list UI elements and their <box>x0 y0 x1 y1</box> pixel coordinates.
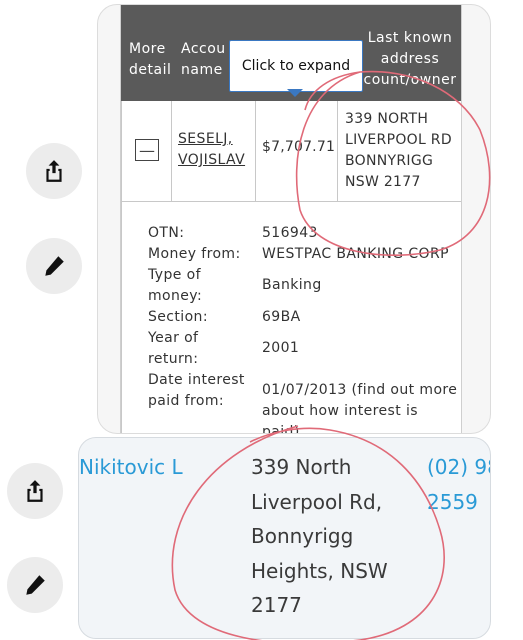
header-more-detail: More detail <box>129 41 172 78</box>
pencil-icon <box>45 256 64 276</box>
share-icon <box>27 480 43 502</box>
edit-button[interactable] <box>26 238 82 294</box>
detail-money-from: Money from: WESTPAC BANKING CORP <box>148 246 449 262</box>
interest-info-link[interactable]: 01/07/2013 (find out more about how inte… <box>262 370 460 433</box>
contact-phone[interactable]: (02) 98 2559 <box>427 450 490 519</box>
expand-tooltip: Click to expand <box>229 40 363 92</box>
amount-value: $7,707.71 <box>262 139 336 155</box>
table-row[interactable]: — SESELJ, VOJISLAV $7,707.71 339 NORTH L… <box>121 101 461 202</box>
header-last-known-address: Last known address count/owner <box>363 30 457 88</box>
detail-year-of-return: Year of return: 2001 <box>148 330 300 367</box>
detail-section: Section: 69BA <box>148 309 301 325</box>
screenshot-card[interactable]: More detail Accou name Last known address… <box>97 4 491 434</box>
share-button[interactable] <box>26 143 82 199</box>
contact-address[interactable]: 339 North Liverpool Rd, Bonnyrigg Height… <box>251 450 401 623</box>
contact-name[interactable]: Nikitovic L <box>79 455 183 479</box>
edit-button-2[interactable] <box>7 557 63 613</box>
detail-date-interest: Date interest paid from: 01/07/2013 (fin… <box>148 370 460 433</box>
share-button-2[interactable] <box>7 463 63 519</box>
detail-list: OTN: 516943 Money from: WESTPAC BANKING … <box>148 223 460 433</box>
tooltip-arrow <box>287 89 303 97</box>
detail-otn: OTN: 516943 <box>148 225 318 241</box>
header-account-name: Accou name <box>181 41 226 78</box>
address-value: 339 NORTH LIVERPOOL RD BONNYRIGG NSW 217… <box>345 111 452 190</box>
share-icon <box>46 160 62 182</box>
detail-type-of-money: Type of money: Banking <box>148 267 322 304</box>
pencil-icon <box>26 575 45 595</box>
collapse-toggle[interactable]: — <box>135 139 159 161</box>
account-name-link[interactable]: SESELJ, VOJISLAV <box>178 129 258 171</box>
contact-card[interactable]: Nikitovic L 339 North Liverpool Rd, Bonn… <box>78 437 491 639</box>
